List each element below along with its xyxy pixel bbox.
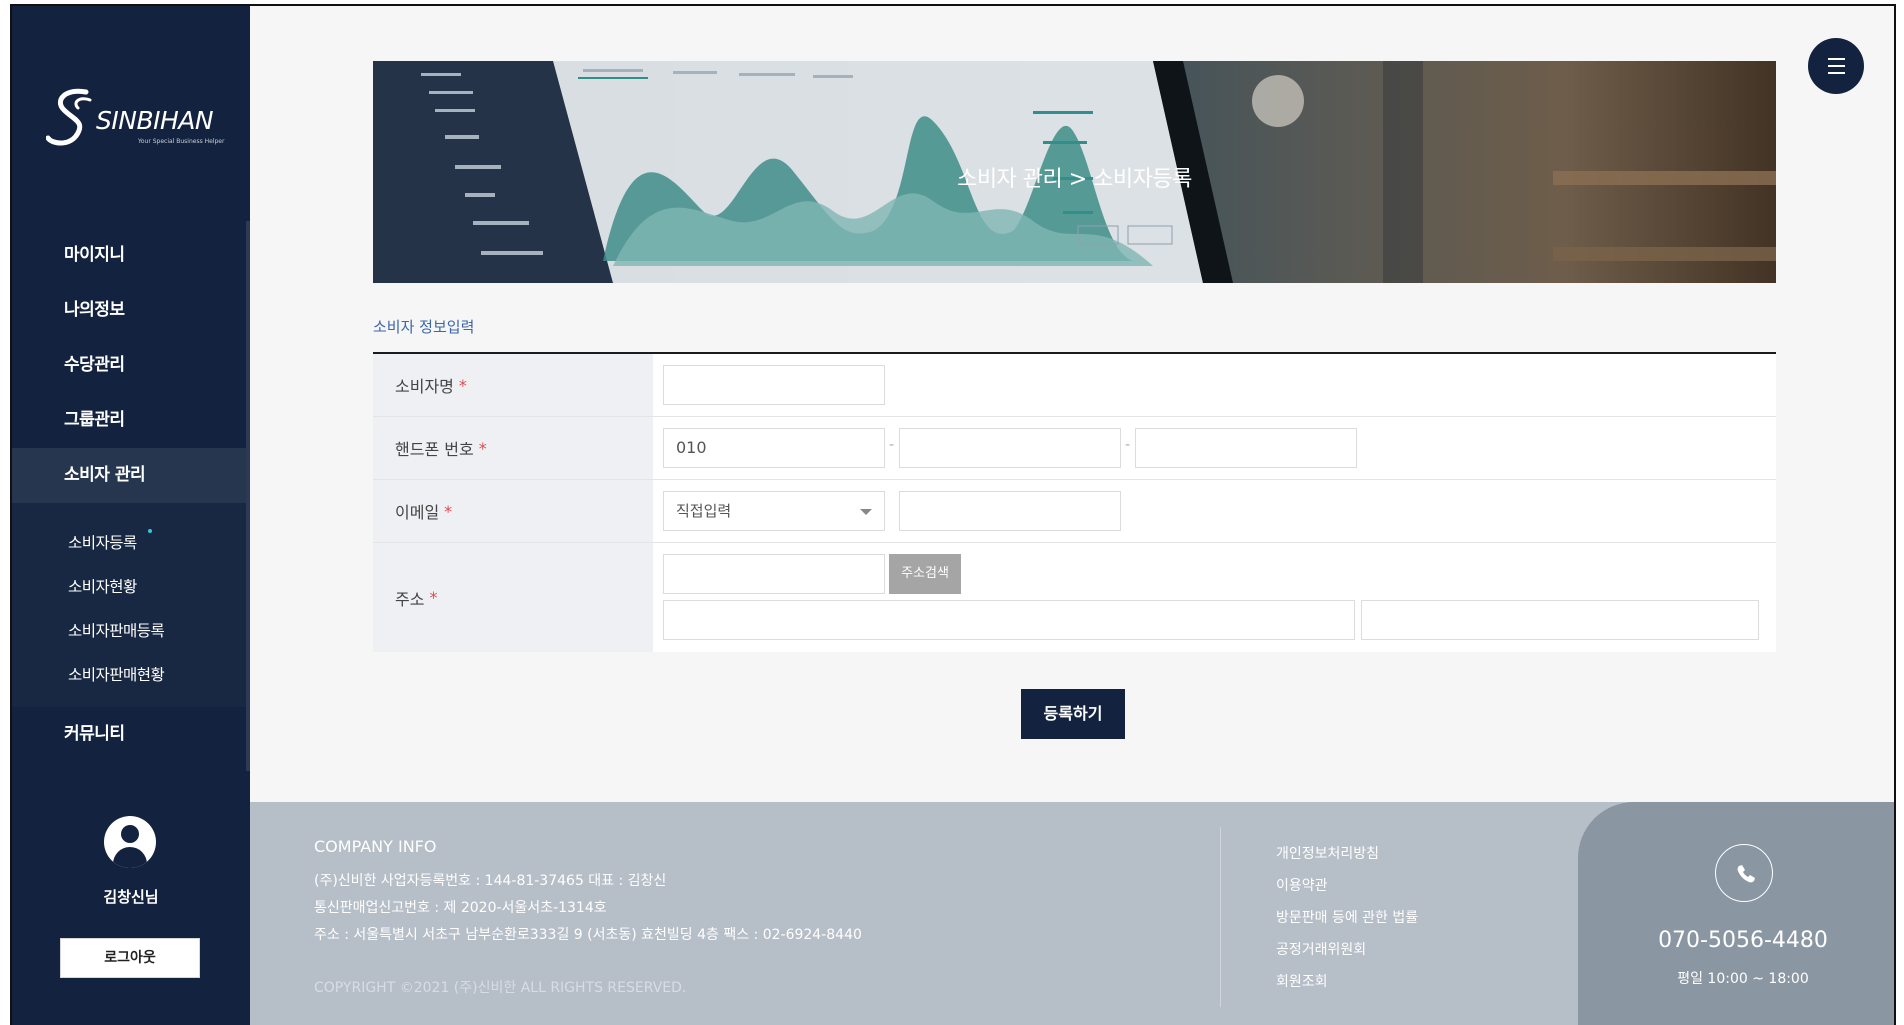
sidebar-item-community[interactable]: 커뮤니티 <box>12 707 246 762</box>
sidebar: SINBIHAN Your Special Business Helper 마이… <box>12 6 250 1025</box>
zipcode-input[interactable] <box>663 554 885 594</box>
sidebar-item-myjini[interactable]: 마이지니 <box>12 228 246 283</box>
sidebar-scrollbar[interactable] <box>246 221 250 771</box>
address-detail-input[interactable] <box>1361 600 1759 640</box>
copyright: COPYRIGHT ©2021 (주)신비한 ALL RIGHTS RESERV… <box>314 980 687 996</box>
company-line-1: (주)신비한 사업자등록번호 : 144-81-37465 대표 : 김창신 <box>314 873 667 889</box>
footer-link-privacy[interactable]: 개인정보처리방침 <box>1276 838 1418 870</box>
field-label-address: 주소 * <box>373 543 653 652</box>
sidebar-item-group[interactable]: 그룹관리 <box>12 393 246 448</box>
page-breadcrumb: 소비자 관리 > 소비자등록 <box>957 167 1192 192</box>
label-text: 주소 <box>395 589 425 609</box>
register-button[interactable]: 등록하기 <box>1021 689 1125 739</box>
chevron-down-icon <box>860 509 872 515</box>
footer: COMPANY INFO (주)신비한 사업자등록번호 : 144-81-374… <box>250 802 1894 1025</box>
field-label-email: 이메일 * <box>373 480 653 542</box>
sidebar-nav: 마이지니 나의정보 수당관리 그룹관리 소비자 관리 소비자등록 소비자현황 소… <box>12 228 246 762</box>
logout-button[interactable]: 로그아웃 <box>60 938 200 978</box>
section-title: 소비자 정보입력 <box>373 318 475 336</box>
required-mark: * <box>478 438 487 458</box>
footer-links: 개인정보처리방침 이용약관 방문판매 등에 관한 법률 공정거래위원회 회원조회 <box>1276 838 1418 998</box>
active-dot-icon <box>148 529 152 533</box>
user-avatar-icon <box>104 816 156 868</box>
footer-link-member-lookup[interactable]: 회원조회 <box>1276 966 1418 998</box>
sidebar-subnav: 소비자등록 소비자현황 소비자판매등록 소비자판매현황 <box>12 503 246 707</box>
phone-prefix-input[interactable]: 010 <box>663 428 885 468</box>
company-line-2: 통신판매업신고번호 : 제 2020-서울서초-1314호 <box>314 900 607 916</box>
form-row-address: 주소 * 주소검색 <box>373 543 1776 652</box>
brand-logo[interactable]: SINBIHAN Your Special Business Helper <box>46 86 226 150</box>
label-text: 핸드폰 번호 <box>395 440 474 459</box>
phone-icon <box>1715 844 1773 902</box>
subnav-item-consumer-sales-register[interactable]: 소비자판매등록 <box>12 609 246 653</box>
label-text: 이메일 <box>395 503 440 522</box>
sinbihan-logo-icon <box>46 88 92 146</box>
field-label-name: 소비자명 * <box>373 354 653 416</box>
brand-tagline: Your Special Business Helper <box>138 138 225 145</box>
footer-divider <box>1220 827 1221 1007</box>
contact-phone: 070-5056-4480 <box>1658 928 1828 953</box>
required-mark: * <box>429 588 438 607</box>
menu-button[interactable] <box>1808 38 1864 94</box>
page-banner: 소비자 관리 > 소비자등록 <box>373 61 1776 283</box>
hamburger-icon <box>1828 58 1845 60</box>
phone-dash: - <box>1125 437 1131 453</box>
form-row-phone: 핸드폰 번호 * 010 - - <box>373 417 1776 480</box>
address-input[interactable] <box>663 600 1355 640</box>
company-line-3: 주소 : 서울특별시 서초구 남부순환로333길 9 (서초동) 효천빌딩 4층… <box>314 927 862 943</box>
subnav-item-consumer-register[interactable]: 소비자등록 <box>12 521 246 565</box>
consumer-name-input[interactable] <box>663 365 885 405</box>
consumer-form: 소비자명 * 핸드폰 번호 * 010 - - 이메일 * 직접입력 주소 * … <box>373 352 1776 652</box>
required-mark: * <box>444 501 453 521</box>
sidebar-item-allowance[interactable]: 수당관리 <box>12 338 246 393</box>
sidebar-item-consumer-management[interactable]: 소비자 관리 <box>12 448 246 503</box>
email-input[interactable] <box>899 491 1121 531</box>
footer-link-terms[interactable]: 이용약관 <box>1276 870 1418 902</box>
subnav-item-consumer-status[interactable]: 소비자현황 <box>12 565 246 609</box>
company-info: COMPANY INFO (주)신비한 사업자등록번호 : 144-81-374… <box>314 837 862 997</box>
user-name: 김창신님 <box>103 888 159 906</box>
email-domain-select[interactable]: 직접입력 <box>663 491 885 531</box>
contact-hours: 평일 10:00 ~ 18:00 <box>1677 971 1809 987</box>
form-row-name: 소비자명 * <box>373 354 1776 417</box>
phone-last-input[interactable] <box>1135 428 1357 468</box>
label-text: 소비자명 <box>395 377 454 396</box>
subnav-item-consumer-sales-status[interactable]: 소비자판매현황 <box>12 653 246 697</box>
select-value: 직접입력 <box>676 502 732 520</box>
app-window: SINBIHAN Your Special Business Helper 마이… <box>10 4 1896 1025</box>
footer-link-ftc[interactable]: 공정거래위원회 <box>1276 934 1418 966</box>
form-row-email: 이메일 * 직접입력 <box>373 480 1776 543</box>
required-mark: * <box>458 375 467 395</box>
phone-middle-input[interactable] <box>899 428 1121 468</box>
hamburger-icon <box>1828 72 1845 74</box>
subnav-item-label: 소비자등록 <box>68 534 137 552</box>
footer-title: COMPANY INFO <box>314 837 437 856</box>
footer-contact: 070-5056-4480 평일 10:00 ~ 18:00 <box>1578 802 1894 1025</box>
field-label-phone: 핸드폰 번호 * <box>373 417 653 479</box>
address-search-button[interactable]: 주소검색 <box>889 554 961 594</box>
hamburger-icon <box>1828 65 1845 67</box>
brand-name: SINBIHAN <box>96 106 214 135</box>
sidebar-item-myinfo[interactable]: 나의정보 <box>12 283 246 338</box>
footer-link-door-to-door-sales-law[interactable]: 방문판매 등에 관한 법률 <box>1276 902 1418 934</box>
phone-dash: - <box>889 437 895 453</box>
